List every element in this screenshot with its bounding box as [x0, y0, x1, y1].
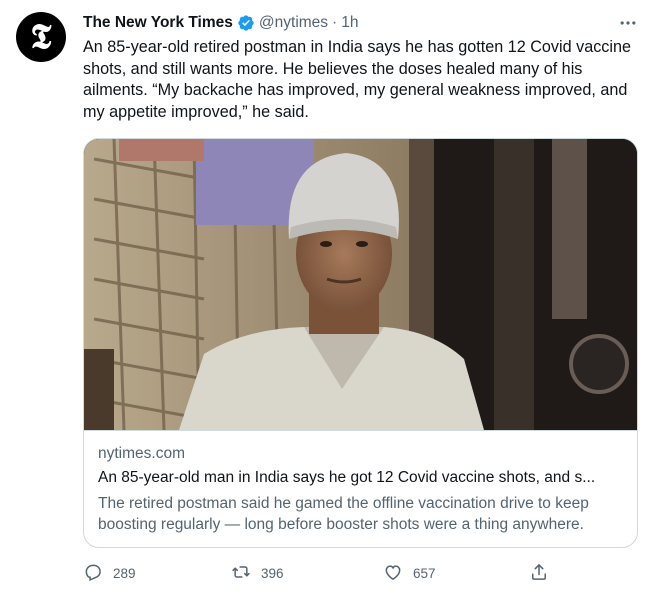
author-handle[interactable]: @nytimes	[259, 14, 328, 32]
reply-count: 289	[113, 566, 136, 581]
share-icon	[529, 562, 549, 585]
more-options-icon[interactable]	[616, 12, 640, 34]
reply-icon	[83, 562, 103, 585]
retweet-icon	[231, 562, 251, 585]
nyt-logo-icon: 𝕿	[30, 17, 52, 57]
tweet[interactable]: 𝕿 The New York Times @nytimes · 1h An 85…	[0, 0, 656, 597]
separator-dot: ·	[332, 14, 338, 31]
tweet-text: An 85-year-old retired postman in India …	[83, 38, 636, 121]
author-avatar[interactable]: 𝕿	[16, 12, 66, 62]
author-name[interactable]: The New York Times	[83, 14, 233, 32]
card-image	[84, 139, 637, 430]
card-description: The retired postman said he gamed the of…	[98, 495, 589, 533]
retweet-count: 396	[261, 566, 284, 581]
share-button[interactable]	[529, 562, 549, 585]
reply-button[interactable]: 289	[83, 562, 136, 585]
timestamp[interactable]: 1h	[341, 14, 358, 32]
card-body: nytimes.com An 85-year-old man in India …	[84, 430, 637, 547]
action-bar: 289 396 657	[83, 562, 563, 586]
heart-icon	[383, 562, 403, 585]
verified-badge-icon	[237, 14, 255, 32]
card-title: An 85-year-old man in India says he got …	[98, 469, 596, 486]
card-domain: nytimes.com	[98, 445, 185, 462]
like-button[interactable]: 657	[383, 562, 436, 585]
like-count: 657	[413, 566, 436, 581]
link-card[interactable]: nytimes.com An 85-year-old man in India …	[83, 138, 638, 548]
retweet-button[interactable]: 396	[231, 562, 284, 585]
tweet-header: The New York Times @nytimes · 1h	[83, 12, 358, 34]
